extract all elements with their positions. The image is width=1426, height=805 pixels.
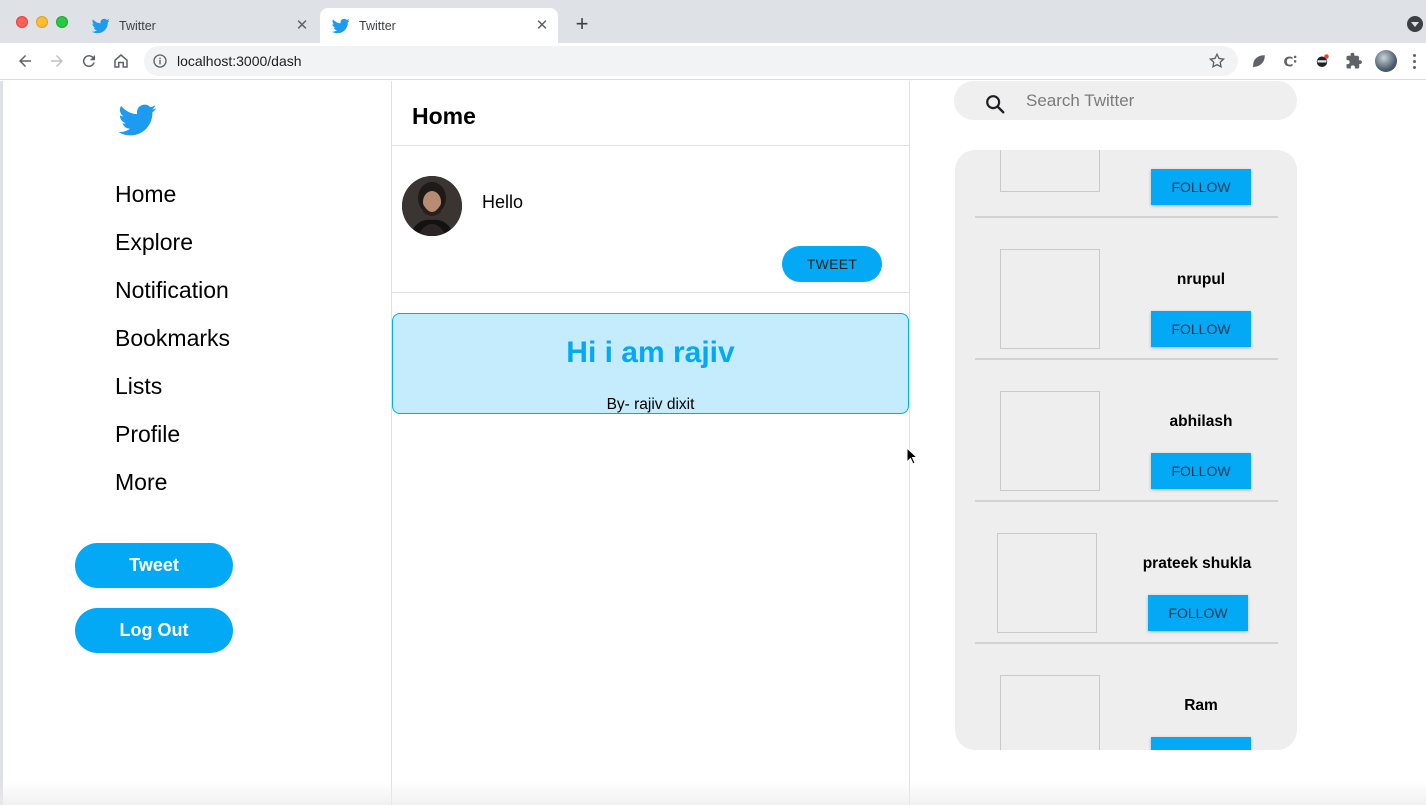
sidebar-item-lists[interactable]: Lists [115,373,162,400]
mouse-cursor-icon [906,447,918,465]
new-tab-button[interactable]: + [570,12,594,36]
sidebar-item-explore[interactable]: Explore [115,229,193,256]
sidebar: Home Explore Notification Bookmarks List… [3,81,391,805]
browser-tab-2[interactable]: Twitter ✕ [320,8,558,43]
sidebar-item-bookmarks[interactable]: Bookmarks [115,325,230,352]
suggestion-item: nrupul FOLLOW [975,218,1278,360]
reload-icon [82,55,95,68]
user-thumbnail [1000,249,1100,349]
forward-button[interactable] [46,50,68,72]
twitter-bird-icon[interactable] [116,101,160,139]
close-icon[interactable]: ✕ [294,17,310,34]
twitter-bird-icon [332,18,350,33]
address-bar[interactable]: localhost:3000/dash [144,46,1238,76]
suggestion-item: Ram FOLLOW [975,644,1278,750]
browser-toolbar: localhost:3000/dash C [0,43,1426,80]
extension-ninja-icon[interactable] [1313,52,1331,70]
url-text: localhost:3000/dash [177,53,302,69]
minimize-window-button[interactable] [36,16,48,28]
browser-window: Twitter ✕ Twitter ✕ + localhost:3000/das… [0,0,1426,805]
user-thumbnail [1000,391,1100,491]
extensions-puzzle-icon[interactable] [1345,52,1363,70]
user-thumbnail [1000,675,1100,750]
search-icon [986,95,1005,114]
suggestion-username: nrupul [1176,271,1226,288]
tweet-composer: Hello TWEET [392,146,909,293]
tab-title: Twitter [119,18,156,33]
suggestion-username: prateek shukla [1142,555,1252,572]
follow-button[interactable]: FOLLOW [1148,595,1248,631]
profile-avatar[interactable] [1375,50,1397,72]
avatar-photo [402,176,462,236]
home-button[interactable] [110,50,132,72]
follow-button[interactable]: FOLLOW [1151,311,1251,347]
search-bar [954,81,1297,120]
tweet-title: Hi i am rajiv [566,336,735,369]
suggestion-item: FOLLOW [975,150,1278,218]
tab-title: Twitter [359,18,396,33]
sidebar-item-profile[interactable]: Profile [115,421,180,448]
page-content: Home Explore Notification Bookmarks List… [0,81,1426,805]
twitter-bird-icon [92,18,110,33]
tab-strip: Twitter ✕ Twitter ✕ + [0,0,1426,43]
back-button[interactable] [14,50,36,72]
suggestion-item: abhilash FOLLOW [975,360,1278,502]
follow-button[interactable]: FOLLOW [1151,737,1251,750]
user-thumbnail [1000,150,1100,192]
maximize-window-button[interactable] [56,16,68,28]
suggestion-username: abhilash [1169,413,1233,430]
svg-text:C: C [1284,54,1294,70]
follow-button[interactable]: FOLLOW [1151,453,1251,489]
tab-search-icon[interactable] [1407,16,1423,32]
suggestion-username: Ram [1184,697,1218,714]
feed-header: Home [392,81,909,146]
close-window-button[interactable] [16,16,28,28]
arrow-right-icon [51,55,63,67]
info-icon[interactable] [152,53,168,69]
who-to-follow-panel: FOLLOW nrupul FOLLOW abhilash FOLLOW pra… [955,150,1297,750]
sidebar-item-more[interactable]: More [115,469,167,496]
submit-tweet-button[interactable]: TWEET [782,246,882,282]
feed-column: Home Hello TWEET Hi i am rajiv By- rajiv… [391,81,910,805]
suggestion-item: prateek shukla FOLLOW [975,502,1278,644]
reload-button[interactable] [78,50,100,72]
user-thumbnail [997,533,1097,633]
sidebar-item-home[interactable]: Home [115,181,176,208]
page-title: Home [412,103,476,129]
tweet-author: By- rajiv dixit [606,396,695,413]
follow-button[interactable]: FOLLOW [1151,169,1251,205]
close-icon[interactable]: ✕ [534,17,550,34]
tweet-input[interactable]: Hello [482,192,523,213]
browser-tab-1[interactable]: Twitter ✕ [80,8,318,43]
user-avatar[interactable] [402,176,462,236]
tweet-card[interactable]: Hi i am rajiv By- rajiv dixit [392,313,909,414]
menu-dots-icon[interactable] [1413,52,1417,70]
extension-c-icon[interactable]: C [1282,52,1300,70]
tweet-button[interactable]: Tweet [75,543,233,588]
search-input[interactable] [1026,89,1276,113]
logout-button[interactable]: Log Out [75,608,233,653]
home-icon [114,54,128,68]
extension-leaf-icon[interactable] [1250,52,1268,70]
arrow-left-icon [19,55,31,67]
sidebar-item-notification[interactable]: Notification [115,277,229,304]
bookmark-star-icon[interactable] [1208,52,1226,70]
